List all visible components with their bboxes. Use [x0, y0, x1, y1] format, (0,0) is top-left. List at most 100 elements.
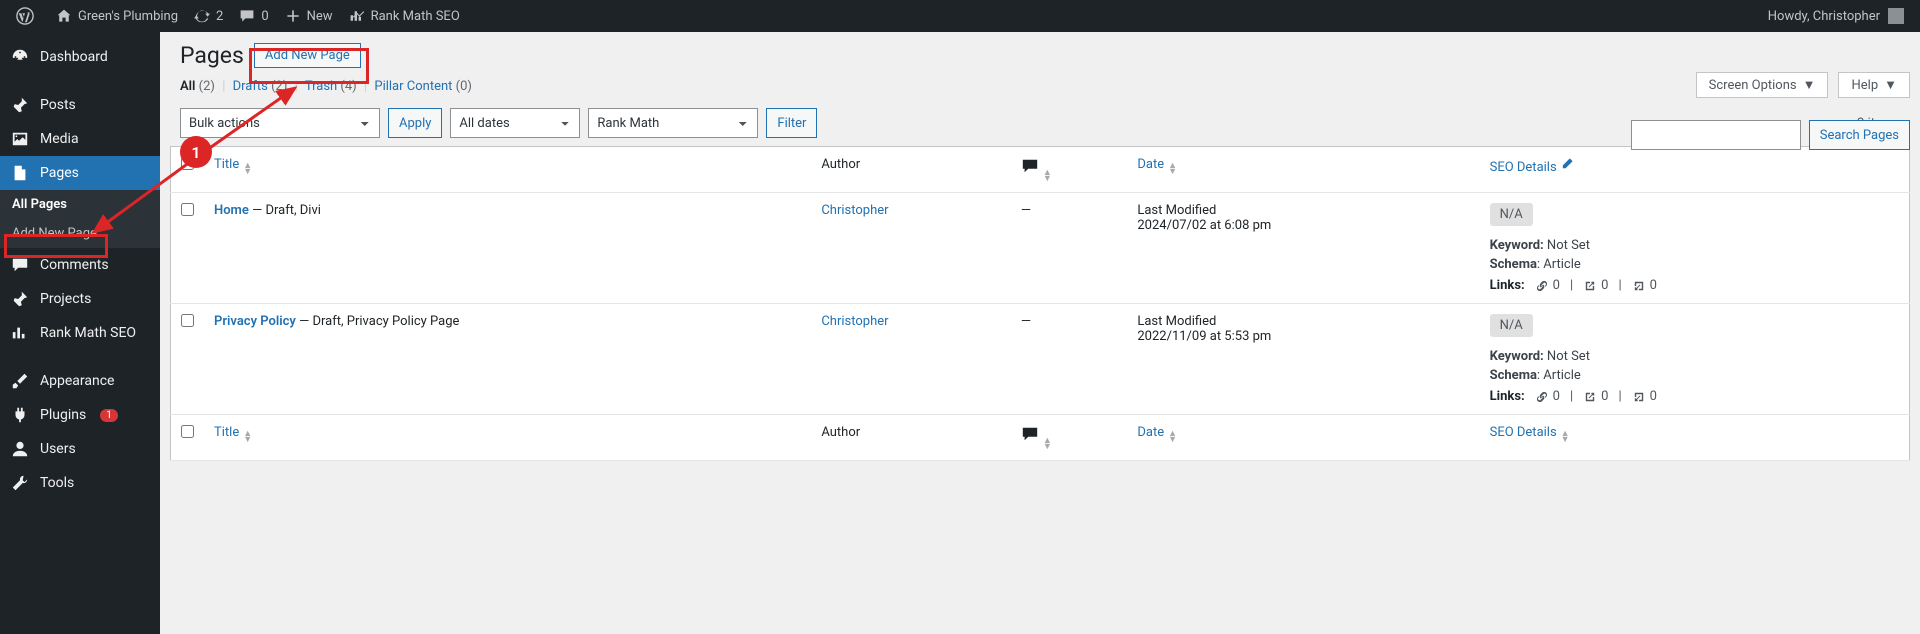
- plus-icon: [285, 8, 301, 24]
- incoming-link-icon: [1632, 390, 1646, 404]
- comments-link[interactable]: 0: [231, 0, 276, 32]
- sort-icon: ▲▼: [243, 163, 252, 175]
- comment-icon: [1021, 432, 1039, 447]
- col-comments[interactable]: ▲▼: [1011, 147, 1128, 193]
- col-date-foot[interactable]: Date▲▼: [1127, 415, 1479, 461]
- menu-dashboard[interactable]: Dashboard: [0, 40, 160, 74]
- chart-icon: [349, 8, 365, 24]
- link-icon: [1535, 390, 1549, 404]
- apply-button[interactable]: Apply: [388, 108, 442, 138]
- update-icon: [194, 8, 210, 24]
- seo-cell: N/A Keyword: Not Set Schema: Article Lin…: [1480, 304, 1910, 415]
- howdy-text: Howdy, Christopher: [1768, 9, 1880, 24]
- submenu-all-pages[interactable]: All Pages: [0, 190, 160, 219]
- col-seo-foot[interactable]: SEO Details▲▼: [1480, 415, 1910, 461]
- filter-button[interactable]: Filter: [766, 108, 817, 138]
- site-name-text: Green's Plumbing: [78, 9, 178, 24]
- row-checkbox[interactable]: [181, 314, 194, 327]
- site-name-link[interactable]: Green's Plumbing: [48, 0, 186, 32]
- col-seo[interactable]: SEO Details: [1480, 147, 1910, 193]
- col-comments-foot[interactable]: ▲▼: [1011, 415, 1128, 461]
- row-checkbox[interactable]: [181, 203, 194, 216]
- menu-media[interactable]: Media: [0, 122, 160, 156]
- col-author-foot: Author: [811, 415, 1011, 461]
- chart-icon: [10, 324, 30, 342]
- sort-icon: ▲▼: [1168, 163, 1177, 175]
- annotation-marker-1: 1: [180, 136, 212, 168]
- plug-icon: [10, 406, 30, 424]
- menu-rankmath[interactable]: Rank Math SEO: [0, 316, 160, 350]
- wp-logo[interactable]: [8, 0, 48, 32]
- pages-table: Title▲▼ Author ▲▼ Date▲▼ SEO Details Hom…: [170, 146, 1910, 461]
- pencil-icon: [1560, 160, 1574, 175]
- seo-score-badge: N/A: [1490, 314, 1533, 337]
- menu-tools[interactable]: Tools: [0, 466, 160, 500]
- page-title-link[interactable]: Home: [214, 203, 249, 218]
- admin-bar: Green's Plumbing 2 0 New Rank Math SEO H…: [0, 0, 1920, 32]
- rankmath-label: Rank Math SEO: [371, 9, 460, 24]
- chevron-down-icon: ▼: [1884, 77, 1897, 93]
- post-state: — Draft, Divi: [249, 203, 321, 218]
- page-title-link[interactable]: Privacy Policy: [214, 314, 296, 329]
- brush-icon: [10, 372, 30, 390]
- home-icon: [56, 8, 72, 24]
- menu-plugins[interactable]: Plugins1: [0, 398, 160, 432]
- external-link-icon: [1583, 390, 1597, 404]
- avatar-icon: [1888, 8, 1904, 24]
- dashboard-icon: [10, 48, 30, 66]
- page-title: Pages: [180, 42, 244, 69]
- comment-icon: [239, 8, 255, 24]
- sort-icon: ▲▼: [1043, 170, 1052, 182]
- comments-count: 0: [261, 9, 268, 24]
- rankmath-filter-select[interactable]: Rank Math: [588, 108, 758, 138]
- updates-count: 2: [216, 9, 223, 24]
- chevron-down-icon: ▼: [1803, 77, 1816, 93]
- col-title[interactable]: Title▲▼: [204, 147, 811, 193]
- annotation-box-submenu: [4, 234, 108, 258]
- date-cell: Last Modified2022/11/09 at 5:53 pm: [1127, 304, 1479, 415]
- media-icon: [10, 130, 30, 148]
- pin-icon: [10, 96, 30, 114]
- table-row: Privacy Policy — Draft, Privacy Policy P…: [171, 304, 1910, 415]
- comments-cell: —: [1011, 304, 1128, 415]
- table-row: Home — Draft, Divi Christopher — Last Mo…: [171, 193, 1910, 304]
- select-all-checkbox-bottom[interactable]: [181, 425, 194, 438]
- post-state: — Draft, Privacy Policy Page: [296, 314, 460, 329]
- search-pages-button[interactable]: Search Pages: [1809, 120, 1910, 150]
- user-icon: [10, 440, 30, 458]
- seo-score-badge: N/A: [1490, 203, 1533, 226]
- col-author: Author: [811, 147, 1011, 193]
- page-icon: [10, 164, 30, 182]
- menu-posts[interactable]: Posts: [0, 88, 160, 122]
- col-title-foot[interactable]: Title▲▼: [204, 415, 811, 461]
- comments-cell: —: [1011, 193, 1128, 304]
- rankmath-link[interactable]: Rank Math SEO: [341, 0, 468, 32]
- seo-cell: N/A Keyword: Not Set Schema: Article Lin…: [1480, 193, 1910, 304]
- menu-users[interactable]: Users: [0, 432, 160, 466]
- view-pillar[interactable]: Pillar Content (0): [374, 79, 472, 94]
- admin-menu: Dashboard Posts Media Pages All Pages Ad…: [0, 32, 160, 634]
- incoming-link-icon: [1632, 279, 1646, 293]
- updates-link[interactable]: 2: [186, 0, 231, 32]
- screen-options-button[interactable]: Screen Options ▼: [1696, 72, 1829, 98]
- menu-appearance[interactable]: Appearance: [0, 364, 160, 398]
- author-link[interactable]: Christopher: [821, 314, 888, 329]
- view-filters: All (2) | Drafts (2) | Trash (4) | Pilla…: [160, 73, 1920, 100]
- view-all[interactable]: All (2): [180, 79, 215, 94]
- date-cell: Last Modified2024/07/02 at 6:08 pm: [1127, 193, 1479, 304]
- annotation-box-add-new: [249, 48, 369, 84]
- my-account-link[interactable]: Howdy, Christopher: [1760, 0, 1912, 32]
- menu-pages[interactable]: Pages: [0, 156, 160, 190]
- help-button[interactable]: Help ▼: [1838, 72, 1910, 98]
- date-filter-select[interactable]: All dates: [450, 108, 580, 138]
- col-date[interactable]: Date▲▼: [1127, 147, 1479, 193]
- search-input[interactable]: [1631, 120, 1801, 150]
- menu-projects[interactable]: Projects: [0, 282, 160, 316]
- new-link[interactable]: New: [277, 0, 341, 32]
- new-label: New: [307, 9, 333, 24]
- pin-icon: [10, 290, 30, 308]
- author-link[interactable]: Christopher: [821, 203, 888, 218]
- plugins-update-badge: 1: [100, 409, 118, 422]
- bulk-actions-select[interactable]: Bulk actions: [180, 108, 380, 138]
- link-icon: [1535, 279, 1549, 293]
